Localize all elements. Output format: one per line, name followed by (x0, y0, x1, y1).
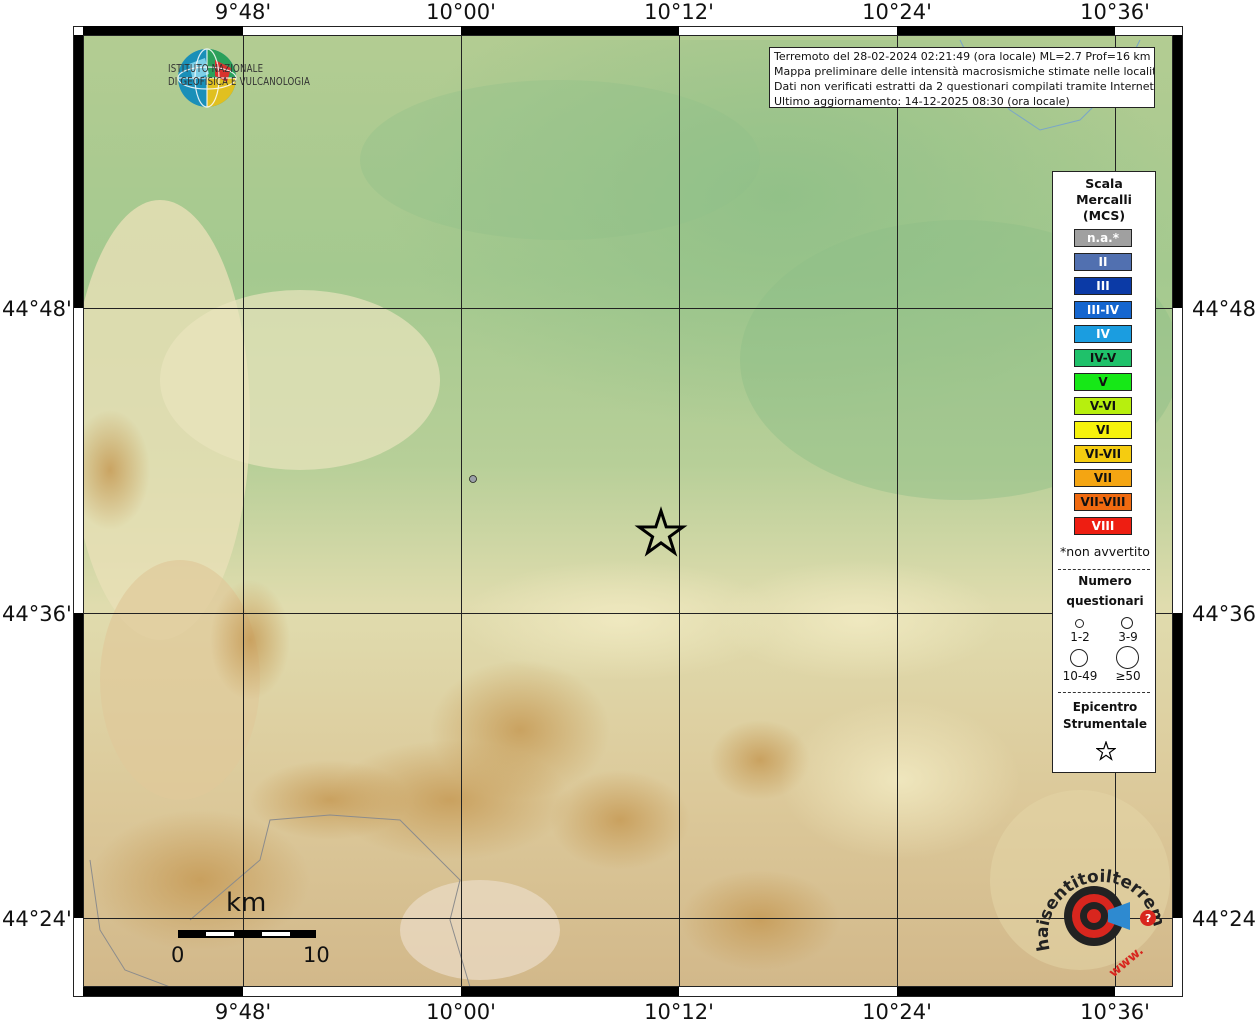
count-class-4: ≥50 (1115, 669, 1141, 683)
count-circle-large (1070, 649, 1088, 667)
epicenter-title-1: Epicentro (1072, 700, 1138, 714)
haisentito-url-text: www. (1106, 943, 1146, 980)
top-lon-label-3: 10°12' (644, 0, 714, 24)
right-lat-label-2: 44°36' (1192, 602, 1256, 626)
bottom-lon-label-5: 10°36' (1080, 1000, 1150, 1024)
svg-text:?: ? (1145, 912, 1151, 925)
top-lon-label-1: 9°48' (214, 0, 272, 24)
haisentito-logo-icon[interactable]: haisentitoilterremoto.it ? www. (1032, 850, 1162, 980)
terrain-relief (83, 35, 1173, 987)
questionnaire-marker[interactable] (469, 475, 477, 483)
legend-divider-1 (1058, 569, 1150, 570)
epicenter-title-2: Strumentale (1062, 717, 1148, 731)
bottom-lon-label-2: 10°00' (426, 1000, 496, 1024)
count-title-1: Numero (1078, 574, 1132, 588)
legend-title-3: (MCS) (1082, 208, 1126, 223)
info-line-2: Mappa preliminare delle intensità macros… (774, 65, 1155, 78)
intensity-swatch: VIII (1074, 517, 1132, 535)
intensity-swatch: VII (1074, 469, 1132, 487)
intensity-swatch: IV (1074, 325, 1132, 343)
right-lat-label-3: 44°24' (1192, 907, 1256, 931)
event-info-box: Terremoto del 28-02-2024 02:21:49 (ora l… (769, 47, 1155, 108)
intensity-swatch: III-IV (1074, 301, 1132, 319)
scale-bar-end: 10 (303, 943, 330, 967)
legend-title-1: Scala (1085, 176, 1123, 191)
intensity-swatch: VI-VII (1074, 445, 1132, 463)
intensity-swatch: VI (1074, 421, 1132, 439)
intensity-swatch: V-VI (1074, 397, 1132, 415)
ingv-line-1: ISTITUTO NAZIONALE (168, 63, 264, 75)
count-title-2: questionari (1066, 594, 1144, 608)
bottom-lon-label-1: 9°48' (214, 1000, 272, 1024)
info-line-4: Ultimo aggiornamento: 14-12-2025 08:30 (… (774, 95, 1070, 108)
count-class-2: 3-9 (1118, 630, 1138, 644)
left-lat-label-1: 44°48' (2, 297, 72, 321)
not-felt-note: *non avvertito (1060, 544, 1150, 559)
legend-star-icon (1096, 741, 1116, 761)
ingv-logo-text: ISTITUTO NAZIONALE DI GEOFISICA E VULCAN… (168, 63, 310, 89)
bottom-lon-label-4: 10°24' (862, 1000, 932, 1024)
intensity-legend: Scala Mercalli (MCS) n.a.* II III III-IV IV I… (1052, 171, 1156, 773)
top-lon-label-5: 10°36' (1080, 0, 1150, 24)
intensity-swatch: VII-VIII (1074, 493, 1132, 511)
scale-bar-unit: km (226, 888, 267, 918)
intensity-swatch: IV-V (1074, 349, 1132, 367)
top-lon-label-4: 10°24' (862, 0, 932, 24)
ingv-line-2: DI GEOFISICA E VULCANOLOGIA (168, 76, 311, 88)
bottom-lon-label-3: 10°12' (644, 1000, 714, 1024)
count-circle-xlarge (1116, 646, 1139, 669)
info-line-1: Terremoto del 28-02-2024 02:21:49 (ora l… (774, 50, 1151, 63)
right-lat-label-1: 44°48' (1192, 297, 1256, 321)
count-circle-medium (1121, 617, 1133, 629)
legend-divider-2 (1058, 692, 1150, 693)
legend-title-2: Mercalli (1076, 192, 1132, 207)
scale-bar (178, 930, 316, 938)
intensity-swatch: II (1074, 253, 1132, 271)
intensity-swatch: V (1074, 373, 1132, 391)
intensity-swatch: III (1074, 277, 1132, 295)
intensity-swatch: n.a.* (1074, 229, 1132, 247)
left-lat-label-3: 44°24' (2, 907, 72, 931)
scale-bar-start: 0 (171, 943, 185, 967)
info-line-3: Dati non verificati estratti da 2 questi… (774, 80, 1155, 93)
left-lat-label-2: 44°36' (2, 602, 72, 626)
count-circle-small (1075, 619, 1084, 628)
top-lon-label-2: 10°00' (426, 0, 496, 24)
